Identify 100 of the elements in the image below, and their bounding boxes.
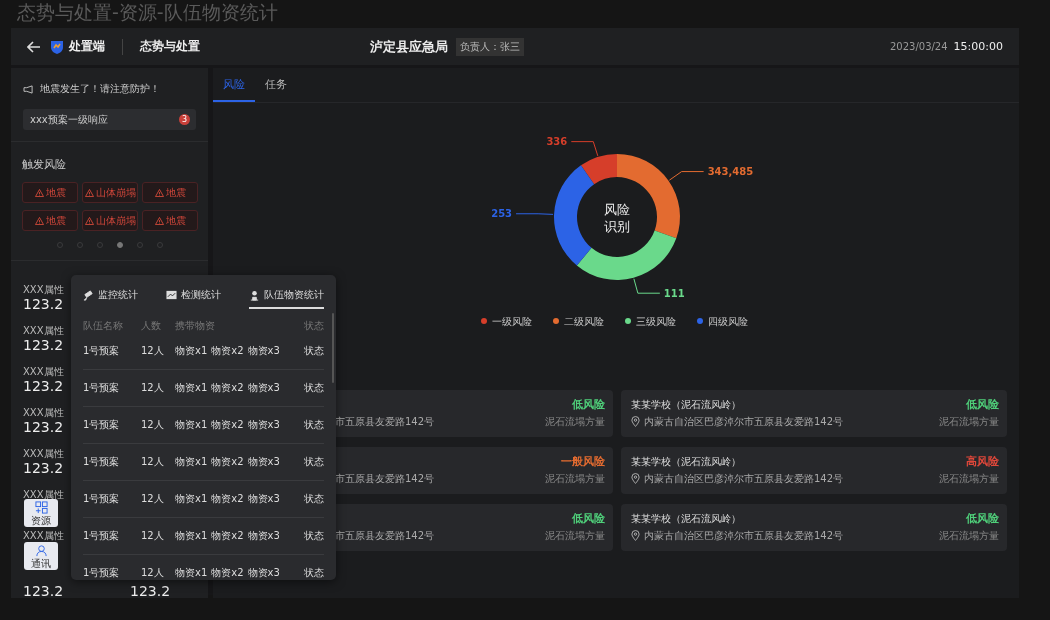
page-title: 态势与处置-资源-队伍物资统计 (17, 0, 279, 25)
stat-label: XXX属性 (23, 407, 64, 418)
data-label: 336 (546, 136, 568, 148)
table-cell-text: 1号预案 (83, 529, 121, 543)
stats-tab[interactable]: 监控统计 (83, 288, 138, 309)
supply-item: 物资x3 (247, 492, 280, 506)
column-header: 状态 (304, 319, 324, 333)
table-cell-text: 12人 (141, 529, 165, 543)
supply-item: 物资x1 (175, 381, 208, 395)
table-cell-text: 12人 (141, 418, 165, 432)
stat-value: 123.2 (23, 295, 64, 313)
risk-name: 地震 (45, 185, 66, 200)
tab[interactable]: 任务 (255, 68, 297, 102)
legend-label: 四级风险 (708, 316, 748, 327)
count-badge: 3 (179, 114, 190, 125)
leader-line (668, 171, 705, 181)
metric-label: 泥石流塌方量 (939, 528, 999, 543)
table-cell: 状态 (304, 455, 324, 469)
table-cell: 状态 (304, 529, 324, 543)
person-icon (249, 289, 260, 301)
table-cell-text: 12人 (141, 381, 165, 395)
back-arrow-icon[interactable] (27, 40, 41, 53)
stat-label: XXX属性 (23, 325, 64, 336)
supply-item: 物资x2 (211, 418, 244, 432)
stat-value: 123.2 (130, 582, 171, 600)
stat-label: XXX属性 (23, 530, 64, 541)
data-label: 343,485 (707, 166, 754, 178)
risk-name: 山体崩塌 (95, 185, 136, 200)
scrollbar[interactable] (332, 313, 334, 383)
supply-item: 物资x1 (175, 566, 208, 580)
stats-tab[interactable]: 队伍物资统计 (249, 288, 324, 309)
address-text: 内蒙古自治区巴彦淖尔市五原县友爱路142号 (644, 414, 844, 429)
supply-item: 物资x1 (175, 344, 208, 358)
megaphone-icon (23, 84, 34, 94)
contacts-button[interactable]: 通讯 (24, 542, 58, 570)
warning-icon (34, 188, 44, 197)
address-text: 内蒙古自治区巴彦淖尔市五原县友爱路142号 (644, 528, 844, 543)
risk-name: 地震 (165, 185, 186, 200)
table-cell: 状态 (304, 418, 324, 432)
warning-icon (34, 216, 44, 225)
person-icon (34, 543, 48, 557)
supply-item: 物资x2 (211, 529, 244, 543)
table-cell-text: 12人 (141, 492, 165, 506)
risk-name: 地震 (45, 213, 66, 228)
card-title: 某某学校（泥石流风岭） (631, 511, 741, 526)
table-cell-text: 1号预案 (83, 492, 121, 506)
metric-label: 泥石流塌方量 (545, 528, 605, 543)
column-header: 携带物资 (175, 319, 216, 333)
stat-label: XXX属性 (23, 284, 64, 295)
warning-icon (154, 188, 164, 197)
table-cell-text: 12人 (141, 344, 165, 358)
table-cell-text: 12人 (141, 455, 165, 469)
legend-label: 三级风险 (636, 316, 676, 327)
stat-value: 123.2 (23, 377, 64, 395)
warning-icon (84, 216, 94, 225)
resources-button[interactable]: 资源 (24, 499, 58, 527)
plan-item[interactable]: xxx预案一级响应 3 (23, 109, 196, 130)
stats-tab[interactable]: 检测统计 (166, 288, 221, 309)
legend-label: 二级风险 (564, 316, 604, 327)
supply-item: 物资x2 (211, 344, 244, 358)
stat-label: XXX属性 (23, 366, 64, 377)
location-card[interactable]: 某某学校（泥石流风岭） 低风险 内蒙古自治区巴彦淖尔市五原县友爱路142号 泥石流塌方量 (621, 390, 1007, 437)
supply-item: 物资x1 (175, 492, 208, 506)
supply-item: 物资x2 (211, 566, 244, 580)
supply-item: 物资x1 (175, 529, 208, 543)
supply-item: 物资x2 (211, 455, 244, 469)
metric-label: 泥石流塌方量 (545, 471, 605, 486)
risk-level: 低风险 (966, 511, 999, 526)
card-title: 某某学校（泥石流风岭） (631, 454, 741, 469)
location-card[interactable]: 某某学校（泥石流风岭） 低风险 内蒙古自治区巴彦淖尔市五原县友爱路142号 泥石流塌方量 (621, 504, 1007, 551)
data-label: 253 (491, 208, 513, 220)
module-title: 态势与处置 (140, 38, 200, 55)
grid-icon (34, 500, 48, 514)
data-label: 111 (663, 287, 685, 299)
leader-line (515, 213, 554, 215)
location-card[interactable]: 某某学校（泥石流风岭） 高风险 内蒙古自治区巴彦淖尔市五原县友爱路142号 泥石流塌方量 (621, 447, 1007, 494)
supply-item: 物资x3 (247, 455, 280, 469)
risk-level: 低风险 (572, 397, 605, 412)
location-pin-icon (631, 473, 640, 484)
app-name: 处置端 (69, 38, 105, 55)
stat-label: XXX属性 (23, 489, 64, 500)
location-pin-icon (631, 416, 640, 427)
address-text: 市五原县友爱路142号 (335, 414, 435, 429)
page-dot[interactable] (116, 242, 123, 248)
address-text: 内蒙古自治区巴彦淖尔市五原县友爱路142号 (644, 471, 844, 486)
supply-item: 物资x1 (175, 455, 208, 469)
address-text: 市五原县友爱路142号 (335, 528, 435, 543)
leader-line (633, 278, 661, 294)
metric-label: 泥石流塌方量 (939, 471, 999, 486)
supply-item: 物资x3 (247, 529, 280, 543)
metric-label: 泥石流塌方量 (939, 414, 999, 429)
stat-value: 123.2 (23, 459, 64, 477)
stat-value: 123.2 (23, 418, 64, 436)
supply-item: 物资x3 (247, 566, 280, 580)
legend-label: 一级风险 (492, 316, 532, 327)
supply-item: 物资x2 (211, 492, 244, 506)
address-text: 市五原县友爱路142号 (335, 471, 435, 486)
column-header: 人数 (141, 319, 162, 333)
supply-item: 物资x3 (247, 418, 280, 432)
leader-line (570, 141, 599, 157)
